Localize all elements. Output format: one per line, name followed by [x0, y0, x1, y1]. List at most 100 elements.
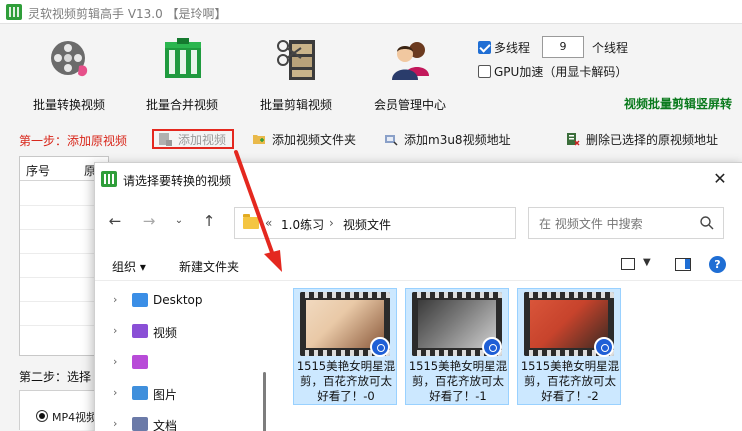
add-folder-button[interactable]: 添加视频文件夹	[252, 129, 356, 149]
delete-selected-label: 删除已选择的原视频地址	[586, 132, 719, 147]
thread-unit-label: 个线程	[592, 40, 629, 55]
file-tile[interactable]: 1515美艳女明星混剪，百花齐放可太好看了！-0	[293, 288, 397, 405]
nav-item-label: 文档	[153, 419, 178, 431]
link-icon	[385, 135, 398, 146]
breadcrumb-separator-icon: ›	[329, 216, 334, 230]
expand-chevron-icon[interactable]: ›	[113, 386, 117, 399]
film-perforation	[524, 292, 614, 298]
nav-item-label: 图片	[153, 388, 178, 402]
mp4-label: MP4视频	[52, 411, 98, 424]
video-app-badge-icon	[482, 337, 502, 357]
scissors-film-icon	[277, 40, 315, 80]
promo-text: 视频批量剪辑竖屏转	[624, 97, 733, 111]
dialog-logo-icon	[101, 171, 117, 187]
add-video-label: 添加视频	[178, 132, 227, 147]
users-icon	[392, 42, 429, 80]
dialog-titlebar: 请选择要转换的视频 ✕	[95, 163, 742, 195]
add-m3u8-label: 添加m3u8视频地址	[404, 132, 511, 147]
nav-item-desktop[interactable]: › Desktop	[95, 288, 271, 314]
new-folder-button[interactable]: 新建文件夹	[179, 258, 239, 275]
help-icon[interactable]: ?	[709, 256, 726, 273]
search-box	[528, 207, 724, 239]
nav-item-documents[interactable]: › 文档	[95, 412, 271, 431]
delete-icon	[567, 133, 580, 146]
gpu-row: GPU加速（用显卡解码）	[478, 63, 627, 80]
multithread-checkbox[interactable]	[478, 40, 491, 54]
search-input[interactable]	[539, 215, 689, 233]
documents-folder-icon	[132, 417, 148, 431]
step1-label: 第一步：添加原视频	[19, 134, 128, 148]
nav-pane-scrollbar[interactable]	[263, 372, 266, 431]
add-folder-label: 添加视频文件夹	[272, 132, 357, 147]
desktop-icon	[132, 293, 148, 307]
video-app-badge-icon	[594, 337, 614, 357]
member-center-button[interactable]: 会员管理中心	[355, 32, 465, 114]
file-open-dialog: 请选择要转换的视频 ✕ ← → ⌄ ↑ « 1.0练习 › 视频文件 ⌄ ↻ 组…	[94, 162, 742, 431]
add-m3u8-button[interactable]: 添加m3u8视频地址	[384, 129, 511, 149]
file-tile[interactable]: 1515美艳女明星混剪，百花齐放可太好看了！-1	[405, 288, 509, 405]
expand-chevron-icon[interactable]: ›	[113, 324, 117, 337]
format-options: MP4视频	[19, 390, 99, 430]
video-app-badge-icon	[370, 337, 390, 357]
breadcrumb-item[interactable]: 视频文件	[343, 216, 391, 233]
member-center-label: 会员管理中心	[373, 98, 446, 112]
batch-merge-label: 批量合并视频	[145, 98, 218, 112]
back-arrow-icon[interactable]: ←	[105, 211, 125, 231]
nav-item-label: Desktop	[153, 293, 203, 307]
gpu-label: GPU加速（用显卡解码）	[494, 65, 628, 79]
nav-item-videos[interactable]: › 视频	[95, 319, 271, 345]
batch-edit-button[interactable]: 批量剪辑视频	[241, 32, 351, 114]
organize-button[interactable]: 组织 ▾	[112, 258, 146, 275]
dialog-nav-row: ← → ⌄ ↑ « 1.0练习 › 视频文件 ⌄ ↻	[95, 203, 742, 239]
app-title: 灵软视频剪辑高手 V13.0 【是玲啊】	[28, 7, 227, 21]
mp4-radio[interactable]	[36, 410, 48, 422]
multithread-label: 多线程	[494, 40, 531, 55]
dialog-title: 请选择要转换的视频	[123, 174, 232, 188]
close-icon[interactable]: ✕	[707, 167, 733, 191]
multithread-row: 多线程 9 个线程	[478, 36, 628, 58]
batch-convert-label: 批量转换视频	[32, 98, 105, 112]
col-index-header: 序号	[26, 164, 51, 178]
recent-dropdown-icon[interactable]: ⌄	[169, 211, 189, 231]
file-name: 1515美艳女明星混剪，百花齐放可太好看了！-2	[520, 359, 620, 403]
navigation-pane: › Desktop › 视频 › › 图片 › 文档	[95, 282, 271, 431]
nav-item-label: 视频	[153, 326, 178, 340]
expand-chevron-icon[interactable]: ›	[113, 293, 117, 306]
delete-selected-button[interactable]: 删除已选择的原视频地址	[566, 129, 718, 149]
address-bar[interactable]: « 1.0练习 › 视频文件 ⌄ ↻	[234, 207, 638, 239]
search-icon[interactable]	[699, 215, 715, 231]
step2-label: 第二步：选择	[19, 370, 92, 384]
batch-edit-label: 批量剪辑视频	[259, 98, 332, 112]
app-titlebar: 灵软视频剪辑高手 V13.0 【是玲啊】	[0, 0, 742, 24]
add-video-button[interactable]: 添加视频	[152, 129, 234, 149]
view-mode-icon[interactable]	[621, 258, 635, 270]
forward-arrow-icon[interactable]: →	[139, 211, 159, 231]
folder-icon	[243, 214, 259, 229]
file-tile[interactable]: 1515美艳女明星混剪，百花齐放可太好看了！-2	[517, 288, 621, 405]
expand-chevron-icon[interactable]: ›	[113, 355, 117, 368]
thread-count-input[interactable]: 9	[542, 36, 585, 58]
add-video-icon	[159, 133, 172, 146]
videos-folder-icon	[132, 324, 148, 338]
step1-row: 第一步：添加原视频 添加视频 添加视频文件夹 添加m3u8视频地址 删除已选择的…	[0, 126, 742, 152]
view-dropdown-icon[interactable]: ▼	[643, 257, 651, 268]
merge-blocks-icon	[165, 38, 201, 78]
nav-item-pictures[interactable]: › 图片	[95, 381, 271, 407]
breadcrumb-item[interactable]: 1.0练习	[281, 216, 324, 233]
nav-item-iqiyi[interactable]: ›	[95, 350, 271, 376]
film-reel-icon	[51, 41, 88, 77]
app-logo-icon	[6, 4, 22, 20]
file-grid: 1515美艳女明星混剪，百花齐放可太好看了！-0 1515美艳女明星混剪，百花齐…	[271, 282, 742, 431]
film-perforation	[412, 292, 502, 298]
batch-convert-button[interactable]: 批量转换视频	[14, 32, 124, 114]
expand-chevron-icon[interactable]: ›	[113, 417, 117, 430]
up-arrow-icon[interactable]: ↑	[199, 211, 219, 231]
pictures-folder-icon	[132, 386, 148, 400]
gpu-checkbox[interactable]	[478, 65, 491, 78]
batch-merge-button[interactable]: 批量合并视频	[127, 32, 237, 114]
iqiyi-app-icon	[132, 355, 148, 369]
file-name: 1515美艳女明星混剪，百花齐放可太好看了！-1	[408, 359, 508, 403]
film-perforation	[300, 292, 390, 298]
breadcrumb-overflow-icon[interactable]: «	[265, 216, 272, 230]
preview-pane-icon[interactable]	[675, 258, 691, 271]
